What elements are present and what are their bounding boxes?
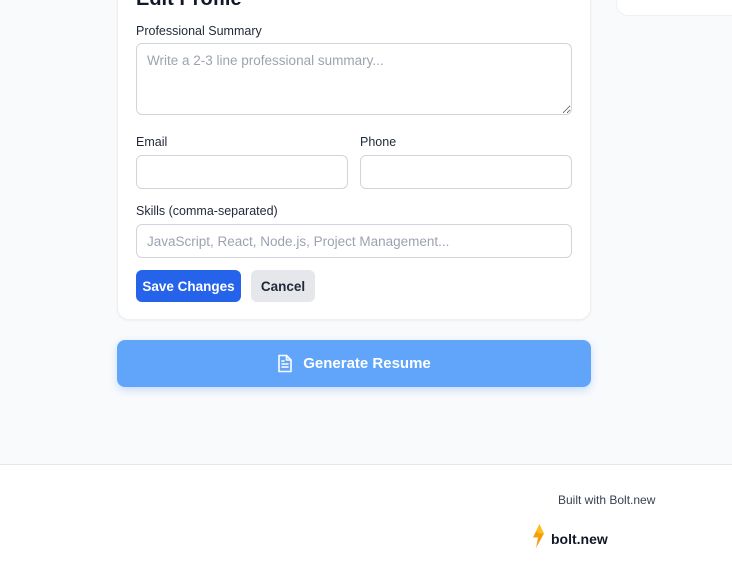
cancel-button[interactable]: Cancel — [251, 270, 315, 302]
skills-label: Skills (comma-separated) — [136, 204, 278, 218]
skills-input[interactable] — [136, 224, 572, 258]
bolt-new-badge[interactable]: bolt.new — [532, 524, 608, 553]
email-input[interactable] — [136, 155, 348, 189]
summary-label: Professional Summary — [136, 24, 262, 38]
edit-profile-heading: Edit Profile — [136, 0, 242, 11]
edit-profile-card: Edit Profile Professional Summary Email … — [117, 0, 591, 320]
side-panel-card — [616, 0, 732, 16]
page-main: Edit Profile Professional Summary Email … — [0, 0, 732, 465]
lightning-bolt-icon — [532, 524, 545, 553]
summary-textarea[interactable] — [136, 43, 572, 115]
save-changes-button[interactable]: Save Changes — [136, 270, 241, 302]
footer-credit: Built with Bolt.new — [558, 493, 656, 507]
footer: Built with Bolt.new bolt.new — [0, 464, 732, 573]
phone-label: Phone — [360, 135, 397, 149]
bolt-new-label: bolt.new — [551, 530, 608, 547]
generate-resume-label: Generate Resume — [303, 355, 431, 372]
email-label: Email — [136, 135, 168, 149]
generate-resume-button[interactable]: Generate Resume — [117, 340, 591, 387]
document-icon — [277, 354, 293, 373]
phone-input[interactable] — [360, 155, 572, 189]
